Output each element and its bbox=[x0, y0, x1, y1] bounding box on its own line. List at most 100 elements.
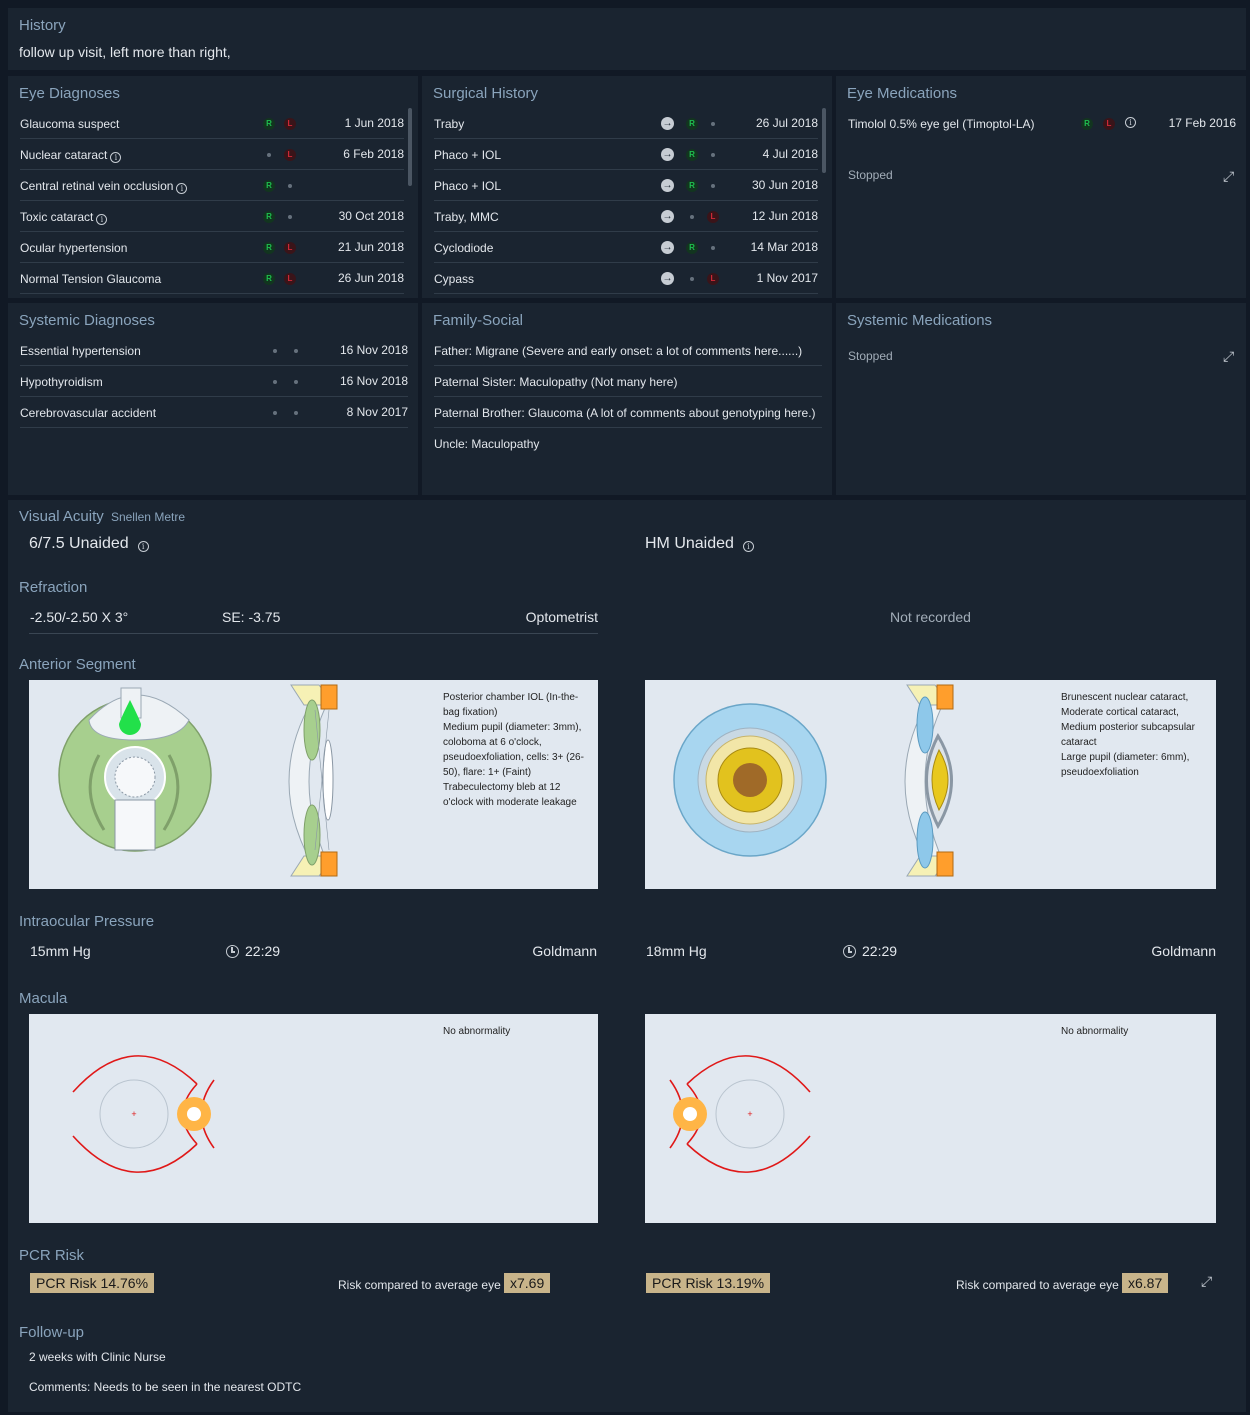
eye-diagnoses-panel: Eye Diagnoses Glaucoma suspect R L 1 Jun 20… bbox=[8, 76, 418, 298]
info-icon[interactable]: i bbox=[137, 541, 149, 552]
eye-diagnosis-row[interactable]: Toxic cataract i R 30 Oct 2018 bbox=[20, 201, 404, 232]
macula-right-drawing[interactable]: + No abnormality bbox=[29, 1014, 598, 1223]
eye-diagnosis-row[interactable]: Glaucoma suspect R L 1 Jun 2018 bbox=[20, 108, 404, 139]
diagnosis-name: Central retinal vein occlusion i bbox=[20, 179, 188, 194]
pcr-left-label: Risk compared to average eye bbox=[956, 1278, 1119, 1292]
arrow-right-icon[interactable]: → bbox=[661, 272, 674, 285]
diagnosis-date: 16 Nov 2018 bbox=[339, 343, 408, 357]
surgery-row[interactable]: Phaco + IOL → R 30 Jun 2018 bbox=[434, 170, 818, 201]
surgery-row[interactable]: Cypass → L 1 Nov 2017 bbox=[434, 263, 818, 294]
family-history-text: Paternal Sister: Maculopathy (Not many h… bbox=[434, 375, 678, 389]
surgery-date: 26 Jul 2018 bbox=[755, 116, 818, 130]
surgery-date: 12 Jun 2018 bbox=[751, 209, 818, 223]
medication-row[interactable]: Timolol 0.5% eye gel (Timoptol-LA) R Li 17 … bbox=[848, 108, 1236, 139]
expand-icon[interactable]: ⤢ bbox=[1223, 168, 1234, 185]
diagnosis-name: Nuclear cataract i bbox=[20, 148, 122, 163]
anterior-segment-left-drawing[interactable]: Brunescent nuclear cataract, Moderate co… bbox=[645, 680, 1216, 889]
visual-acuity-left-value: HM Unaided bbox=[645, 535, 734, 552]
visual-acuity-left: HM Unaided i bbox=[645, 535, 754, 553]
right-eye-badge: R bbox=[686, 242, 698, 254]
right-macula-diagram: + bbox=[72, 1055, 215, 1173]
right-eye-badge: R bbox=[263, 180, 275, 192]
surgery-row[interactable]: Cyclodiode → R 14 Mar 2018 bbox=[434, 232, 818, 263]
right-eye-badge: R bbox=[263, 242, 275, 254]
info-icon[interactable]: i bbox=[110, 152, 122, 163]
pcr-right-risk: PCR Risk 14.76% bbox=[30, 1273, 155, 1293]
arrow-right-icon[interactable]: → bbox=[661, 210, 674, 223]
eye-diagnosis-row[interactable]: Normal Tension Glaucoma R L 26 Jun 2018 bbox=[20, 263, 404, 294]
examination-panel bbox=[8, 500, 1246, 1412]
arrow-right-icon[interactable]: → bbox=[661, 148, 674, 161]
iop-right-method: Goldmann bbox=[532, 943, 597, 959]
no-eye-dot bbox=[269, 345, 281, 357]
followup-title: Follow-up bbox=[19, 1324, 85, 1341]
no-eye-dot bbox=[707, 118, 719, 130]
scrollbar[interactable] bbox=[822, 108, 826, 173]
right-eye-badge: R bbox=[1081, 118, 1093, 130]
family-history-row[interactable]: Father: Migrane (Severe and early onset:… bbox=[434, 335, 822, 366]
iop-left-value: 18mm Hg bbox=[646, 943, 707, 959]
eye-diagnosis-row[interactable]: Nuclear cataract i L 6 Feb 2018 bbox=[20, 139, 404, 170]
right-eye-badge: R bbox=[686, 180, 698, 192]
scrollbar[interactable] bbox=[408, 108, 412, 186]
pcr-left-multiplier: x6.87 bbox=[1122, 1273, 1169, 1293]
info-icon[interactable]: i bbox=[176, 183, 188, 194]
eye-diagnosis-row[interactable]: Central retinal vein occlusion i R bbox=[20, 170, 404, 201]
left-eye-badge: L bbox=[284, 273, 296, 285]
info-icon[interactable]: i bbox=[96, 214, 108, 225]
systemic-diagnosis-row[interactable]: Essential hypertension 16 Nov 2018 bbox=[20, 335, 408, 366]
info-icon[interactable]: i bbox=[742, 541, 754, 552]
procedure-name: Traby bbox=[434, 117, 465, 131]
no-eye-dot bbox=[290, 407, 302, 419]
diagnosis-label: Normal Tension Glaucoma bbox=[20, 272, 162, 286]
family-history-row[interactable]: Paternal Sister: Maculopathy (Not many h… bbox=[434, 366, 822, 397]
expand-icon[interactable]: ⤢ bbox=[1223, 348, 1234, 365]
arrow-right-icon[interactable]: → bbox=[661, 241, 674, 254]
left-eye-badge: L bbox=[707, 211, 719, 223]
iop-right-value: 15mm Hg bbox=[30, 943, 91, 959]
family-history-text: Uncle: Maculopathy bbox=[434, 437, 540, 451]
left-eye-badge: L bbox=[707, 273, 719, 285]
anterior-segment-right-drawing[interactable]: Posterior chamber IOL (In-the-bag fixati… bbox=[29, 680, 598, 889]
arrow-right-icon[interactable]: → bbox=[661, 179, 674, 192]
expand-icon[interactable]: ⤢ bbox=[1201, 1273, 1212, 1290]
followup-text: 2 weeks with Clinic Nurse bbox=[29, 1350, 166, 1364]
info-icon[interactable]: i bbox=[1125, 117, 1136, 128]
eye-diagnosis-row[interactable]: Ocular hypertension R L 21 Jun 2018 bbox=[20, 232, 404, 263]
visual-acuity-title: Visual Acuity Snellen Metre bbox=[19, 508, 185, 525]
surgery-row[interactable]: Traby → R 26 Jul 2018 bbox=[434, 108, 818, 139]
family-history-row[interactable]: Uncle: Maculopathy bbox=[434, 428, 822, 459]
right-eye-badge: R bbox=[263, 273, 275, 285]
macula-left-drawing[interactable]: + No abnormality bbox=[645, 1014, 1216, 1223]
procedure-name: Phaco + IOL bbox=[434, 148, 502, 162]
systemic-diagnoses-panel: Systemic Diagnoses Essential hypertensio… bbox=[8, 303, 418, 495]
procedure-name: Cypass bbox=[434, 272, 475, 286]
pcr-left-risk: PCR Risk 13.19% bbox=[646, 1273, 771, 1293]
macula-title: Macula bbox=[19, 990, 68, 1007]
svg-text:+: + bbox=[131, 1109, 136, 1119]
family-history-row[interactable]: Paternal Brother: Glaucoma (A lot of com… bbox=[434, 397, 822, 428]
surgery-row[interactable]: Phaco + IOL → R 4 Jul 2018 bbox=[434, 139, 818, 170]
systemic-diagnosis-row[interactable]: Hypothyroidism 16 Nov 2018 bbox=[20, 366, 408, 397]
iop-left-time: 22:29 bbox=[843, 943, 897, 959]
refraction-value: -2.50/-2.50 X 3° bbox=[30, 609, 129, 625]
eye-medications-title: Eye Medications bbox=[847, 85, 958, 102]
systemic-diagnosis-row[interactable]: Cerebrovascular accident 8 Nov 2017 bbox=[20, 397, 408, 428]
surgery-row[interactable]: Traby, MMC → L 12 Jun 2018 bbox=[434, 201, 818, 232]
systemic-diagnoses-title: Systemic Diagnoses bbox=[19, 312, 155, 329]
diagnosis-name: Glaucoma suspect bbox=[20, 117, 119, 131]
visual-acuity-right: 6/7.5 Unaided i bbox=[29, 535, 149, 553]
history-title: History bbox=[19, 17, 66, 34]
arrow-right-icon[interactable]: → bbox=[661, 117, 674, 130]
no-eye-dot bbox=[269, 407, 281, 419]
diagnosis-date: 21 Jun 2018 bbox=[337, 240, 404, 254]
diagnosis-name: Normal Tension Glaucoma bbox=[20, 272, 161, 286]
visual-acuity-heading: Visual Acuity bbox=[19, 508, 104, 525]
pcr-title: PCR Risk bbox=[19, 1247, 85, 1264]
no-eye-dot bbox=[686, 211, 698, 223]
stopped-label: Stopped bbox=[848, 168, 893, 182]
no-eye-dot bbox=[290, 345, 302, 357]
iop-left-method: Goldmann bbox=[1151, 943, 1216, 959]
right-eye-badge: R bbox=[686, 149, 698, 161]
left-eye-badge: L bbox=[1103, 118, 1115, 130]
